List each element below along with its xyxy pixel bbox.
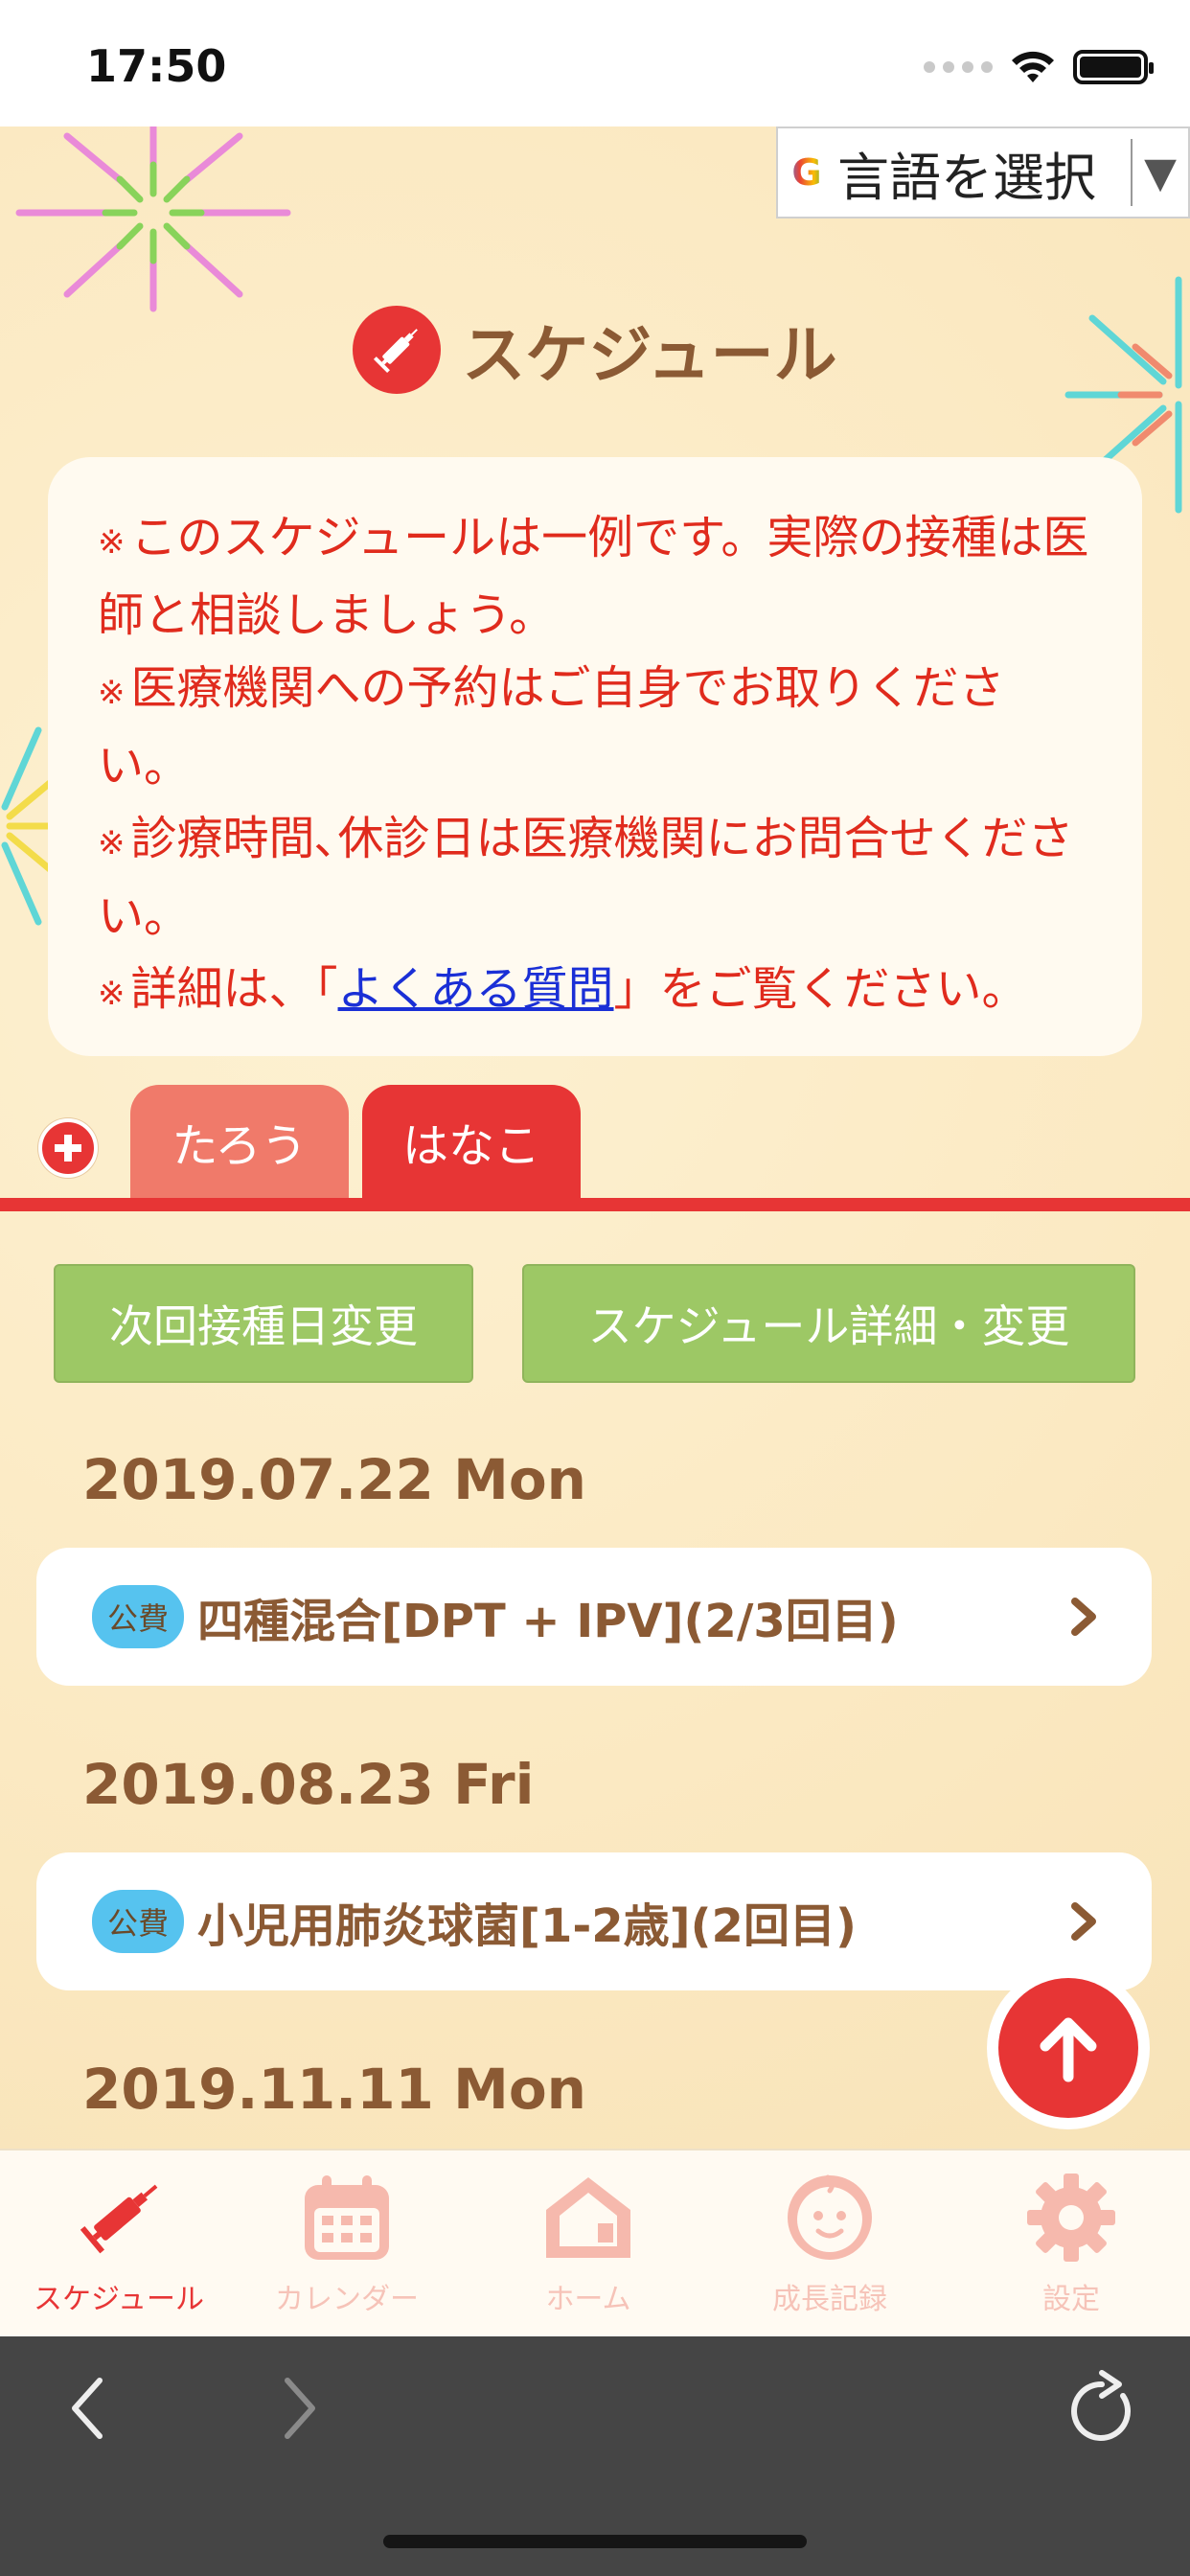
- scroll-to-top-button[interactable]: [987, 1966, 1150, 2129]
- page-header: スケジュール: [0, 304, 1190, 396]
- schedule-item[interactable]: 公費 小児用肺炎球菌[1-2歳](2回目): [36, 1852, 1152, 1990]
- schedule-item[interactable]: 公費 四種混合[DPT + IPV](2/3回目): [36, 1548, 1152, 1686]
- arrow-up-icon: [1040, 2017, 1097, 2082]
- tabbar-item-settings[interactable]: 設定: [952, 2170, 1190, 2333]
- tab-underline: [0, 1198, 1190, 1211]
- forward-icon[interactable]: [278, 2375, 320, 2442]
- tab-taro[interactable]: たろう: [130, 1085, 349, 1198]
- schedule-date: 2019.08.23 Fri: [82, 1752, 535, 1817]
- tabbar-item-growth[interactable]: 成長記録: [711, 2170, 949, 2333]
- change-next-date-button[interactable]: 次回接種日変更: [54, 1264, 473, 1383]
- faq-link[interactable]: よくある質問: [338, 962, 614, 1016]
- google-g-icon: G: [786, 151, 828, 194]
- language-select-label: 言語を選択: [837, 147, 1096, 208]
- plus-icon: [55, 1135, 81, 1162]
- baby-face-icon: [788, 2174, 872, 2260]
- dropdown-arrow-icon: ▼: [1144, 148, 1177, 197]
- status-icons: [924, 50, 1154, 84]
- gear-icon: [1027, 2174, 1115, 2262]
- notice-line: ※ 診療時間､休診日は医療機関にお問合せください。: [98, 812, 1074, 943]
- tabbar-item-calendar[interactable]: カレンダー: [228, 2170, 466, 2333]
- reload-icon[interactable]: [1064, 2367, 1140, 2450]
- signal-icon: [924, 61, 993, 73]
- notice-line: ※ 詳細は、「よくある質問」をご覧ください。: [98, 962, 1028, 1016]
- vaccine-name: 四種混合[DPT + IPV](2/3回目): [197, 1595, 899, 1648]
- bottom-tab-bar: スケジュール カレンダー ホーム 成長記録 設定: [0, 2149, 1190, 2336]
- home-icon: [546, 2177, 630, 2258]
- chevron-right-icon: [1071, 1598, 1096, 1636]
- battery-icon: [1073, 50, 1154, 84]
- child-tabs: たろう はなこ: [0, 1085, 1190, 1211]
- schedule-date: 2019.11.11 Mon: [82, 2057, 586, 2122]
- home-indicator: [383, 2535, 807, 2548]
- chevron-right-icon: [1071, 1902, 1096, 1941]
- notice-card: ※ このスケジュールは一例です。実際の接種は医師と相談しましょう。 ※ 医療機関への…: [48, 457, 1142, 1056]
- vaccine-name: 小児用肺炎球菌[1-2歳](2回目): [197, 1899, 857, 1953]
- language-select[interactable]: G 言語を選択 ▼: [776, 126, 1190, 218]
- content-area: G 言語を選択 ▼ スケジュール ※ このスケジュールは一例です。実際の接種は医師…: [0, 126, 1190, 2149]
- add-child-button[interactable]: [38, 1118, 98, 1178]
- status-time: 17:50: [86, 40, 227, 92]
- back-icon[interactable]: [67, 2375, 109, 2442]
- syringe-icon: [80, 2184, 158, 2254]
- tabbar-item-home[interactable]: ホーム: [469, 2170, 707, 2333]
- notice-line: ※ 医療機関への予約はご自身でお取りください。: [98, 661, 1005, 793]
- calendar-icon: [305, 2175, 389, 2260]
- public-fund-badge: 公費: [92, 1890, 185, 1953]
- public-fund-badge: 公費: [92, 1585, 185, 1648]
- notice-line: ※ このスケジュールは一例です。実際の接種は医師と相談しましょう。: [98, 511, 1089, 642]
- firework-decoration-icon: [15, 126, 291, 312]
- wifi-icon: [1012, 51, 1054, 82]
- page-title: スケジュール: [462, 318, 837, 392]
- schedule-detail-button[interactable]: スケジュール詳細・変更: [522, 1264, 1135, 1383]
- status-bar: 17:50: [0, 0, 1190, 126]
- syringe-icon: [353, 306, 442, 394]
- language-select-divider: [1131, 139, 1133, 206]
- tabbar-item-schedule[interactable]: スケジュール: [0, 2170, 238, 2333]
- tab-hanako[interactable]: はなこ: [362, 1085, 581, 1198]
- schedule-date: 2019.07.22 Mon: [82, 1447, 586, 1512]
